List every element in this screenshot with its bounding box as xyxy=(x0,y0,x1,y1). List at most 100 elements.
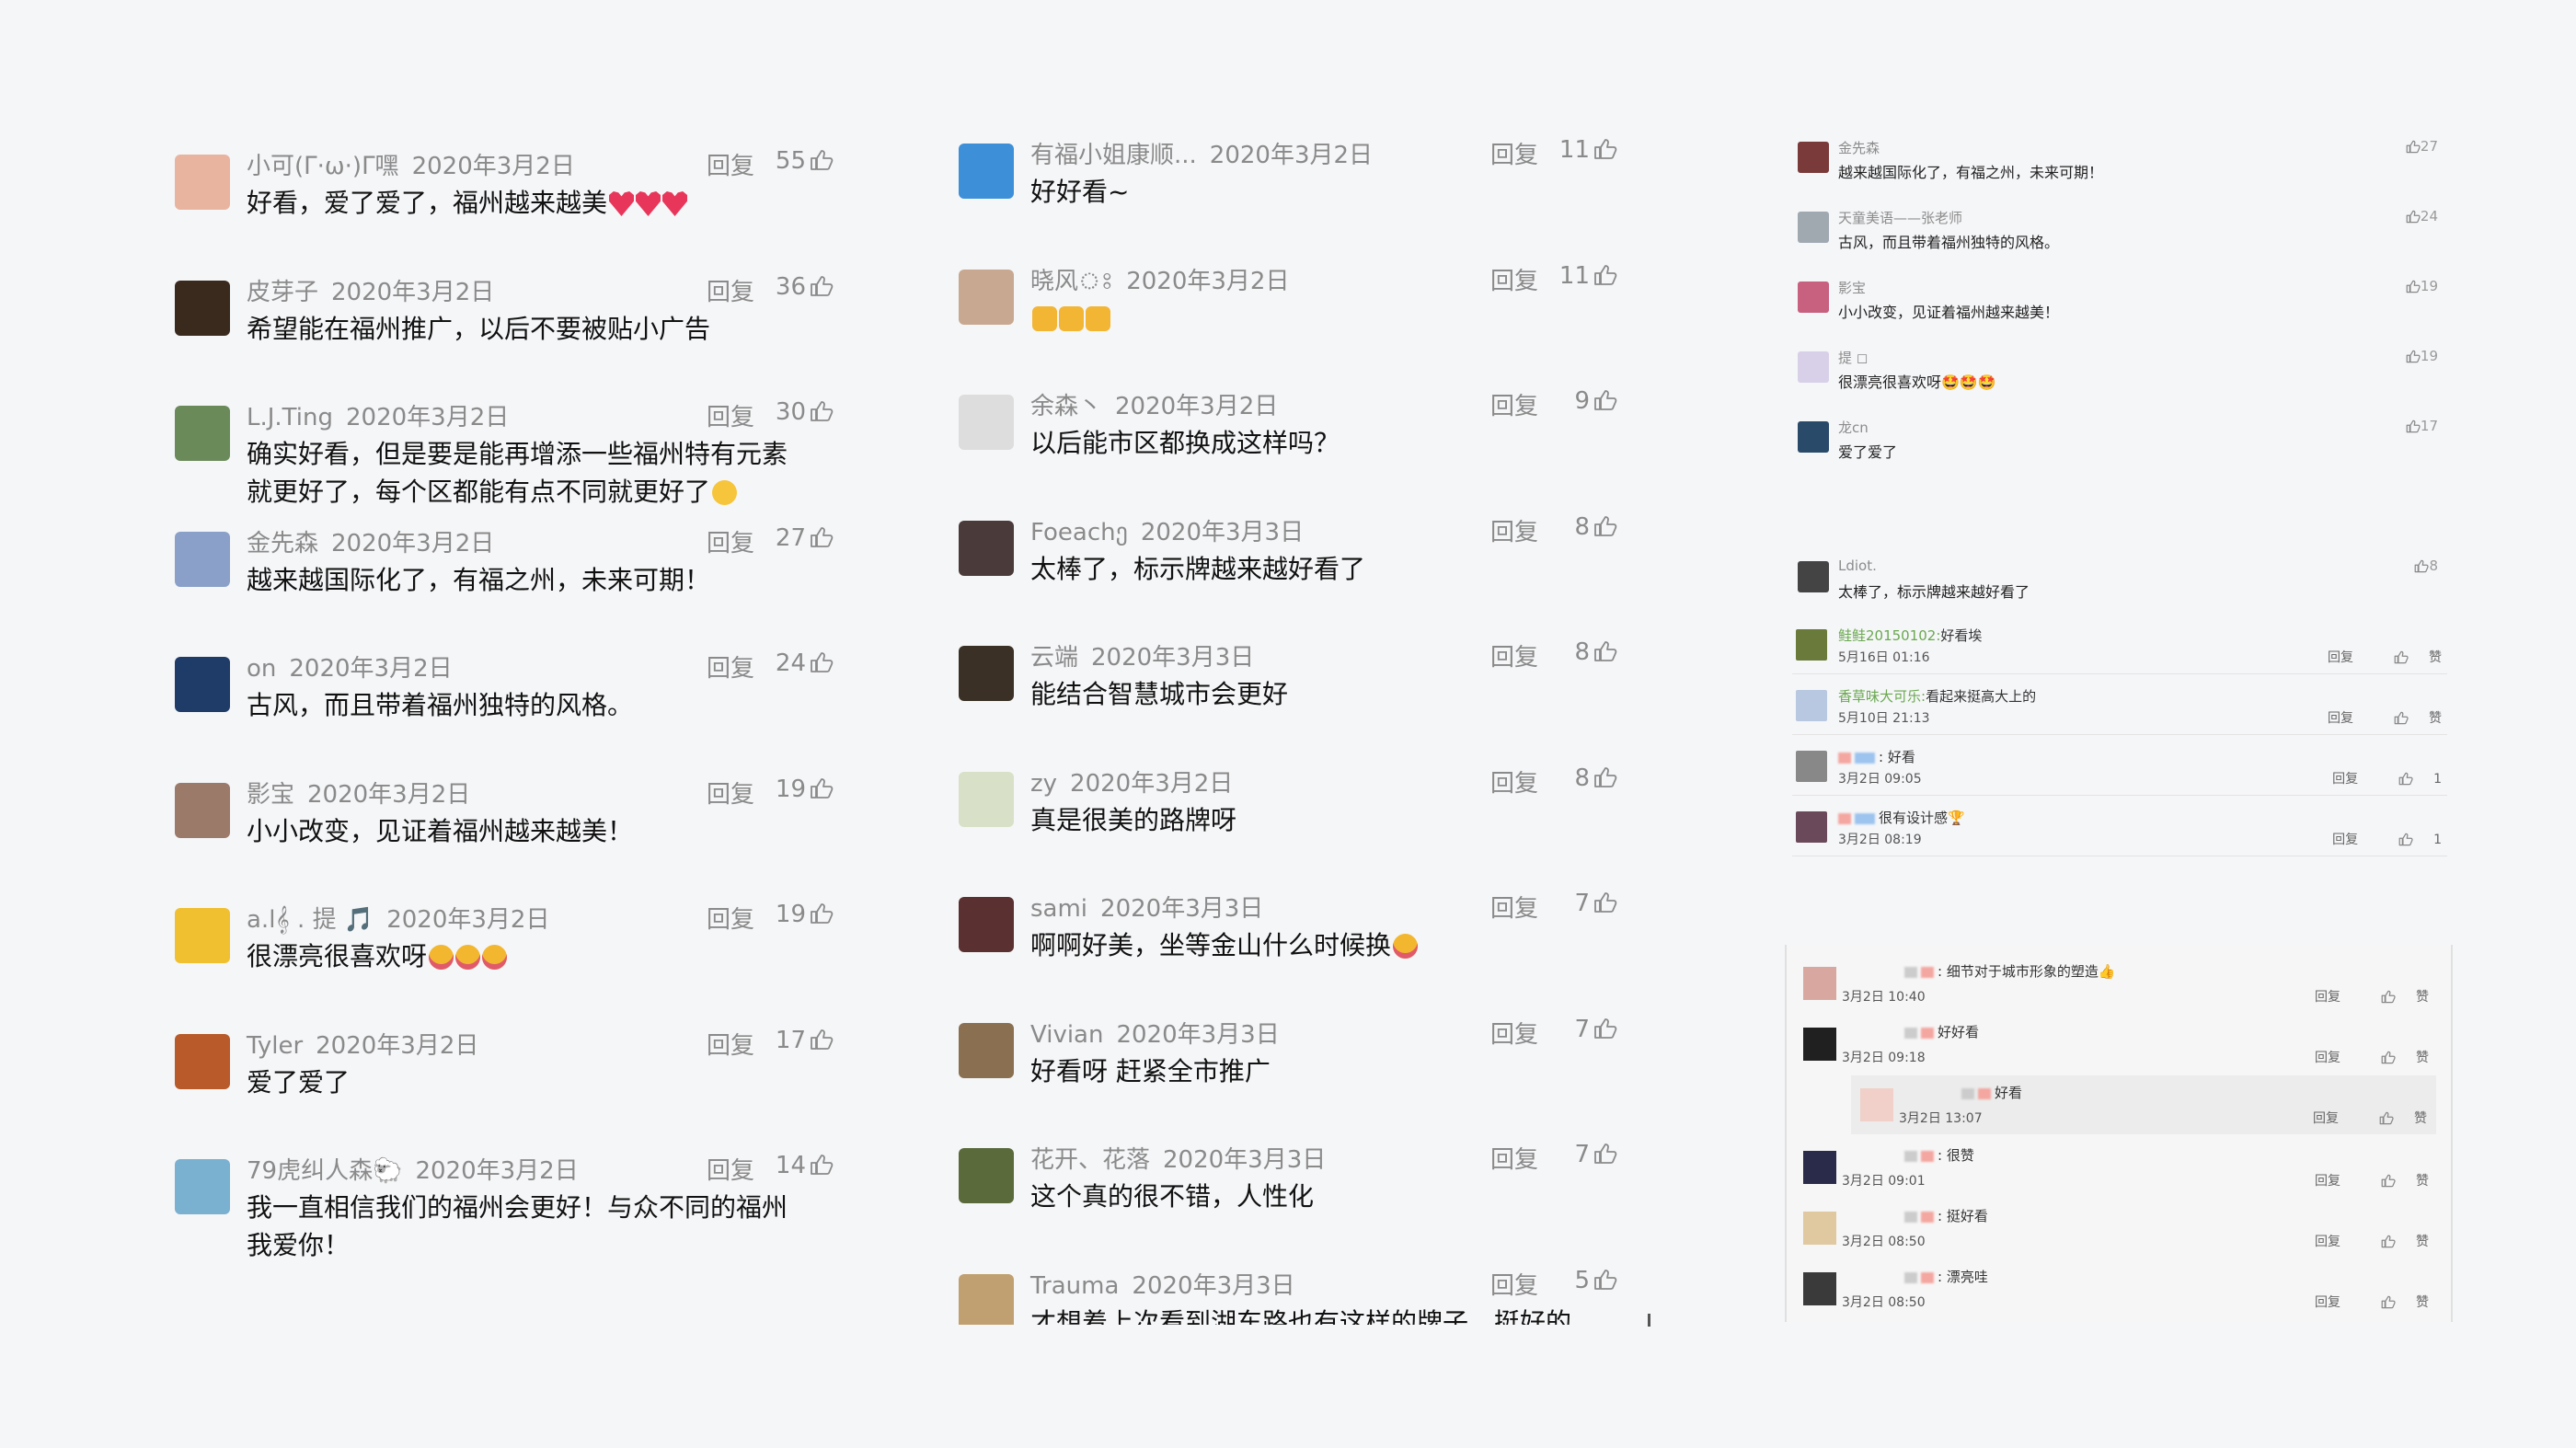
avatar[interactable] xyxy=(1803,1272,1836,1305)
like-button[interactable]: 11 xyxy=(1559,262,1617,290)
like-button[interactable]: 24 xyxy=(2406,208,2438,224)
avatar[interactable] xyxy=(1803,967,1836,1000)
like-button[interactable]: 赞 xyxy=(2359,1111,2427,1126)
avatar[interactable] xyxy=(175,280,230,336)
like-button[interactable]: 1 xyxy=(2378,833,2442,847)
like-button[interactable]: 1 xyxy=(2378,772,2442,787)
avatar[interactable] xyxy=(1798,421,1829,453)
avatar[interactable] xyxy=(1798,282,1829,313)
avatar[interactable] xyxy=(1798,142,1829,173)
like-button[interactable]: 19 xyxy=(2406,278,2438,294)
reply-button[interactable]: 回复 xyxy=(707,649,754,684)
reply-button[interactable]: 回复 xyxy=(1490,1016,1538,1050)
avatar[interactable] xyxy=(959,395,1014,450)
commenter-name[interactable]: 79虎纠人森🐑 xyxy=(247,1157,402,1185)
commenter-name[interactable]: 香草味大可乐: xyxy=(1838,688,1926,705)
avatar[interactable] xyxy=(1803,1212,1836,1245)
commenter-name[interactable]: Tyler xyxy=(247,1032,303,1060)
like-button[interactable]: 赞 xyxy=(2374,650,2442,665)
like-button[interactable]: 14 xyxy=(776,1152,834,1179)
like-button[interactable]: 27 xyxy=(2406,138,2438,155)
commenter-name[interactable]: 金先森 xyxy=(247,530,318,557)
commenter-name[interactable]: sami xyxy=(1030,895,1087,923)
avatar[interactable] xyxy=(959,897,1014,952)
like-button[interactable]: 赞 xyxy=(2361,1051,2429,1065)
commenter-name[interactable]: 花开、花落 xyxy=(1030,1146,1150,1174)
avatar[interactable] xyxy=(175,155,230,210)
like-button[interactable]: 19 xyxy=(776,776,834,803)
reply-button[interactable]: 回复 xyxy=(707,776,754,810)
avatar[interactable] xyxy=(1860,1088,1893,1121)
like-button[interactable]: 8 xyxy=(2414,557,2438,574)
avatar[interactable] xyxy=(959,646,1014,701)
avatar[interactable] xyxy=(175,908,230,963)
like-button[interactable]: 赞 xyxy=(2374,711,2442,726)
like-button[interactable]: 19 xyxy=(776,901,834,928)
avatar[interactable] xyxy=(1796,811,1827,843)
like-button[interactable]: 30 xyxy=(776,398,834,426)
commenter-name[interactable]: 晓风ঃ xyxy=(1030,268,1113,295)
avatar[interactable] xyxy=(175,406,230,461)
like-button[interactable]: 19 xyxy=(2406,348,2438,364)
like-button[interactable]: 赞 xyxy=(2361,1295,2429,1310)
reply-button[interactable]: 回复 xyxy=(1490,638,1538,672)
like-button[interactable]: 8 xyxy=(1574,764,1617,792)
commenter-name[interactable]: on xyxy=(247,655,276,683)
reply-button[interactable]: 回复 xyxy=(2332,833,2358,847)
reply-button[interactable]: 回复 xyxy=(1490,513,1538,547)
reply-button[interactable]: 回复 xyxy=(707,273,754,307)
commenter-name[interactable]: Ldiot. xyxy=(1838,557,1877,574)
like-button[interactable]: 8 xyxy=(1574,513,1617,541)
reply-button[interactable]: 回复 xyxy=(707,398,754,432)
commenter-name[interactable]: 提 ◻ xyxy=(1838,348,1868,367)
reply-button[interactable]: 回复 xyxy=(2313,1111,2339,1126)
commenter-name[interactable]: a.l𝄞 . 提 🎵 xyxy=(247,906,374,934)
avatar[interactable] xyxy=(175,531,230,587)
like-button[interactable]: 17 xyxy=(2406,418,2438,434)
reply-button[interactable]: 回复 xyxy=(1490,1267,1538,1301)
reply-button[interactable]: 回复 xyxy=(1490,262,1538,296)
avatar[interactable] xyxy=(959,1148,1014,1203)
avatar[interactable] xyxy=(1798,561,1829,592)
avatar[interactable] xyxy=(959,144,1014,199)
like-button[interactable]: 17 xyxy=(776,1027,834,1054)
reply-button[interactable]: 回复 xyxy=(2315,990,2340,1005)
avatar[interactable] xyxy=(1803,1028,1836,1061)
reply-button[interactable]: 回复 xyxy=(2315,1295,2340,1310)
commenter-name[interactable]: L.J.Ting xyxy=(247,404,333,431)
like-button[interactable]: 36 xyxy=(776,273,834,301)
like-button[interactable]: 赞 xyxy=(2361,1174,2429,1189)
reply-button[interactable]: 回复 xyxy=(707,1152,754,1186)
reply-button[interactable]: 回复 xyxy=(2315,1174,2340,1189)
avatar[interactable] xyxy=(959,1273,1014,1325)
like-button[interactable]: 赞 xyxy=(2361,1235,2429,1249)
like-button[interactable]: 7 xyxy=(1574,890,1617,917)
avatar[interactable] xyxy=(175,782,230,838)
like-button[interactable]: 55 xyxy=(776,147,834,175)
reply-button[interactable]: 回复 xyxy=(1490,890,1538,924)
avatar[interactable] xyxy=(1796,690,1827,721)
commenter-name[interactable]: zy xyxy=(1030,770,1057,798)
reply-button[interactable]: 回复 xyxy=(707,147,754,181)
reply-button[interactable]: 回复 xyxy=(2315,1051,2340,1065)
reply-button[interactable]: 回复 xyxy=(2328,711,2353,726)
avatar[interactable] xyxy=(1796,629,1827,661)
commenter-name[interactable]: 天童美语——张老师 xyxy=(1838,208,1962,227)
like-button[interactable]: 9 xyxy=(1574,387,1617,415)
commenter-name[interactable]: 有福小姐康顺... xyxy=(1030,142,1197,169)
like-button[interactable]: 24 xyxy=(776,649,834,677)
reply-button[interactable]: 回复 xyxy=(707,901,754,935)
like-button[interactable]: 27 xyxy=(776,524,834,552)
avatar[interactable] xyxy=(175,1033,230,1089)
reply-button[interactable]: 回复 xyxy=(2332,772,2358,787)
commenter-name[interactable]: 龙cn xyxy=(1838,418,1869,437)
avatar[interactable] xyxy=(959,771,1014,827)
like-button[interactable]: 5 xyxy=(1574,1267,1617,1294)
commenter-name[interactable]: 鲑鲑20150102: xyxy=(1838,627,1940,644)
avatar[interactable] xyxy=(1798,351,1829,383)
avatar[interactable] xyxy=(175,657,230,712)
reply-button[interactable]: 回复 xyxy=(707,1027,754,1061)
reply-button[interactable]: 回复 xyxy=(2328,650,2353,665)
commenter-name[interactable]: 云端 xyxy=(1030,644,1078,672)
like-button[interactable]: 7 xyxy=(1574,1016,1617,1043)
